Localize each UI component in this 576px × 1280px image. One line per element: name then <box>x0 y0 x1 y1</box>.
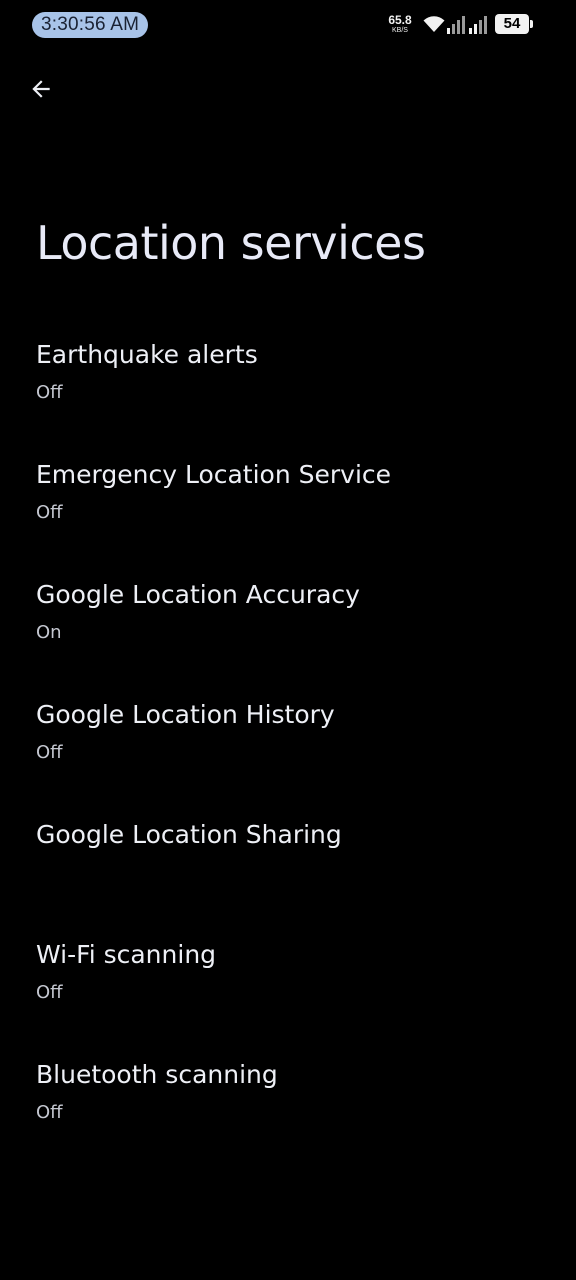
setting-summary: Off <box>36 502 63 523</box>
settings-list: Earthquake alerts Off Emergency Location… <box>0 320 576 1160</box>
back-button[interactable] <box>20 70 62 112</box>
signal-icon <box>469 14 489 38</box>
status-bar: 3:30:56 AM 65.8 KB/S 54 <box>0 0 576 50</box>
setting-title: Emergency Location Service <box>36 460 392 489</box>
setting-summary: Off <box>36 1102 63 1123</box>
setting-title: Google Location Accuracy <box>36 580 360 609</box>
status-time: 3:30:56 AM <box>32 12 149 38</box>
setting-summary: Off <box>36 982 63 1003</box>
setting-title: Bluetooth scanning <box>36 1060 278 1089</box>
battery-tip <box>530 20 533 28</box>
setting-summary: On <box>36 622 62 643</box>
battery-icon: 54 <box>495 14 529 34</box>
setting-earthquake-alerts[interactable]: Earthquake alerts Off <box>0 320 576 440</box>
network-speed-value: 65.8 <box>388 13 412 27</box>
setting-bluetooth-scanning[interactable]: Bluetooth scanning Off <box>0 1040 576 1160</box>
network-speed-unit: KB/S <box>392 27 408 34</box>
wifi-icon <box>423 15 445 37</box>
setting-summary: Off <box>36 382 63 403</box>
setting-title: Wi-Fi scanning <box>36 940 217 969</box>
setting-title: Google Location History <box>36 700 335 729</box>
setting-google-location-history[interactable]: Google Location History Off <box>0 680 576 800</box>
setting-emergency-location-service[interactable]: Emergency Location Service Off <box>0 440 576 560</box>
setting-google-location-sharing[interactable]: Google Location Sharing <box>0 800 576 920</box>
network-speed: 65.8 KB/S <box>384 14 416 35</box>
setting-summary: Off <box>36 742 63 763</box>
setting-title: Google Location Sharing <box>36 820 342 849</box>
back-arrow-icon <box>28 76 54 106</box>
setting-wifi-scanning[interactable]: Wi-Fi scanning Off <box>0 920 576 1040</box>
page-title: Location services <box>36 216 426 270</box>
signal-icon <box>447 14 467 38</box>
setting-google-location-accuracy[interactable]: Google Location Accuracy On <box>0 560 576 680</box>
setting-title: Earthquake alerts <box>36 340 258 369</box>
